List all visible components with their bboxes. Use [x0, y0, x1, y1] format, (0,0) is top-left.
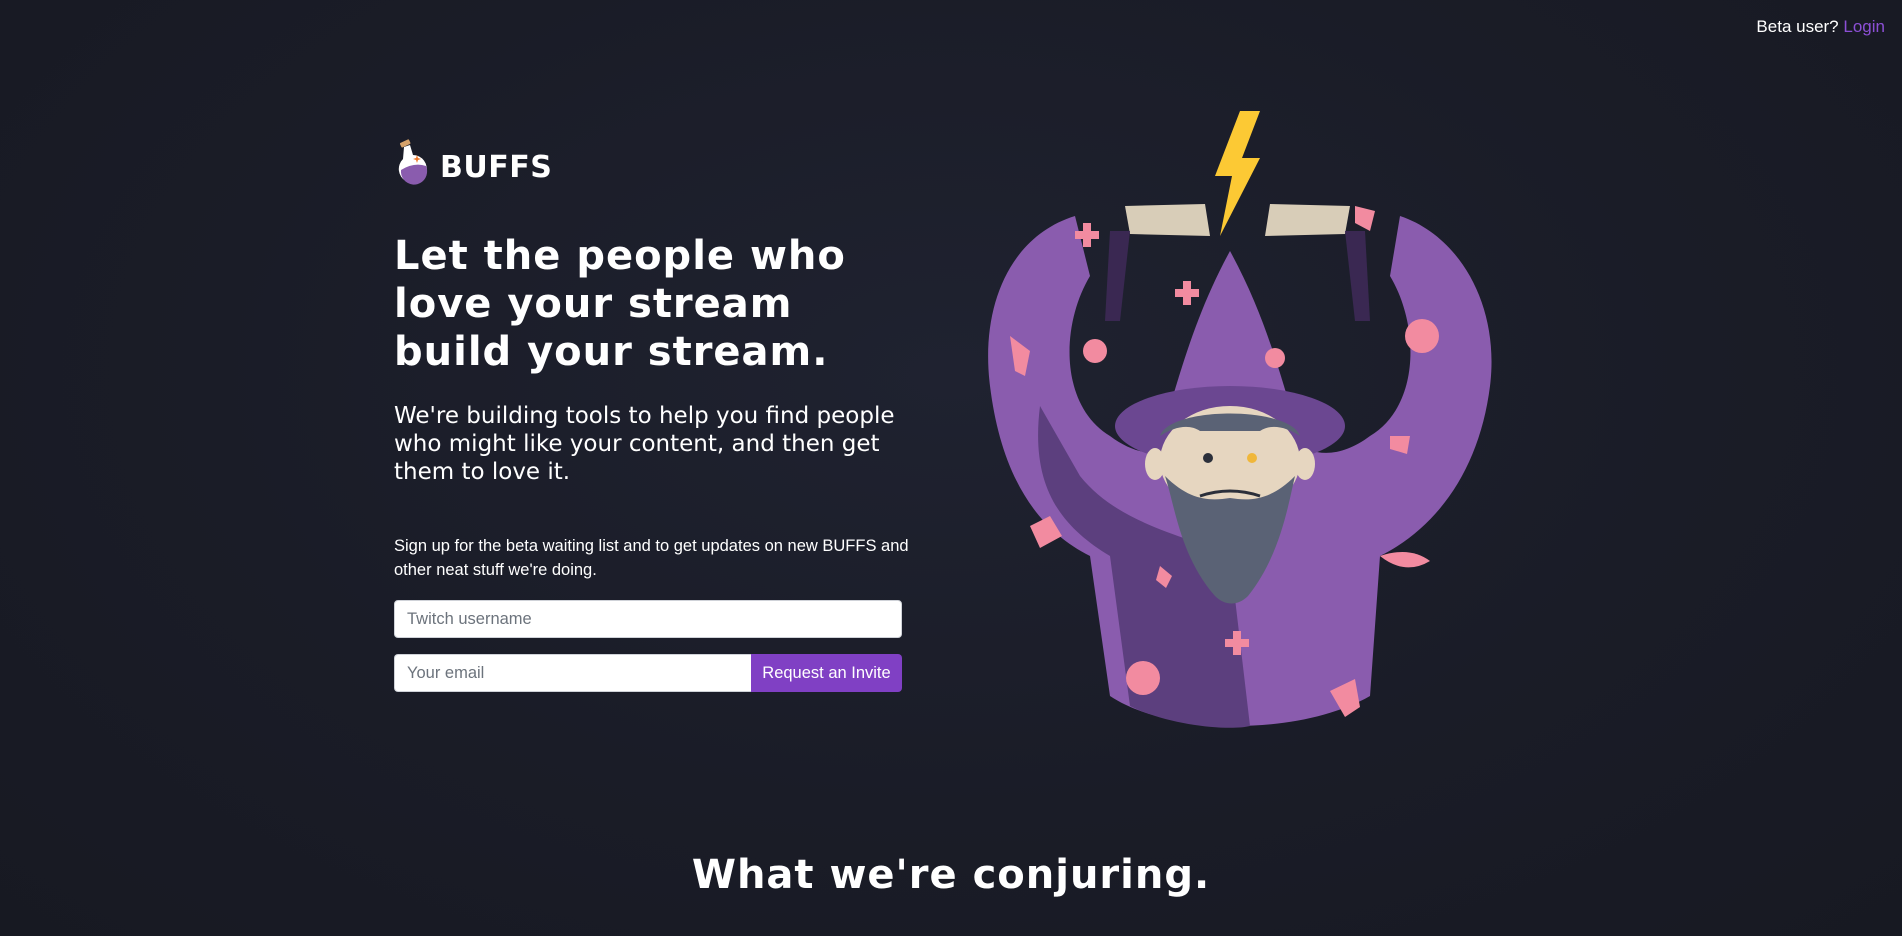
brand-name: BUFFS	[440, 149, 553, 185]
top-bar: Beta user? Login	[1756, 17, 1885, 37]
features-section-title: What we're conjuring.	[691, 852, 1211, 898]
signup-description: Sign up for the beta waiting list and to…	[394, 537, 909, 579]
potion-flask-icon	[398, 139, 428, 185]
twitch-username-input[interactable]	[394, 600, 902, 638]
hero-headline: Let the people who love your stream buil…	[394, 233, 846, 375]
left-hand-icon	[1125, 204, 1210, 236]
brand-logo[interactable]: BUFFS	[394, 136, 914, 190]
login-link[interactable]: Login	[1843, 17, 1885, 36]
request-invite-button[interactable]: Request an Invite	[751, 654, 902, 692]
email-input[interactable]	[394, 654, 751, 692]
lightning-bolt-icon	[1215, 111, 1260, 236]
hero-content: BUFFS Let the people who love your strea…	[394, 136, 914, 692]
signup-form: Request an Invite	[394, 600, 914, 692]
hero-subheadline: We're building tools to help you find pe…	[394, 403, 895, 485]
right-hand-icon	[1265, 204, 1350, 236]
wizard-illustration	[988, 111, 1492, 728]
email-row: Request an Invite	[394, 654, 902, 692]
wizard-hat	[1170, 251, 1290, 406]
beta-user-text: Beta user?	[1756, 17, 1839, 36]
